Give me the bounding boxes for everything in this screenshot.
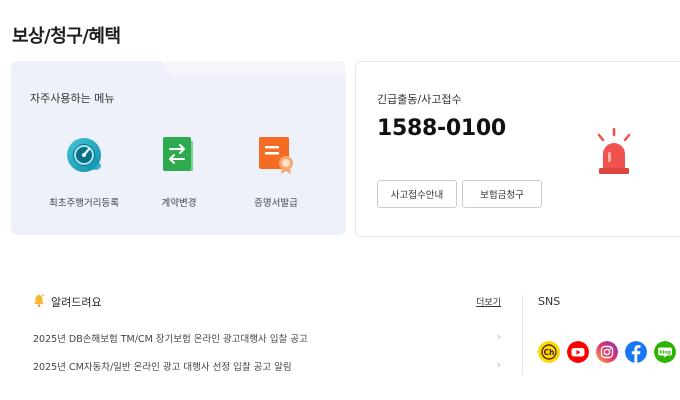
certificate-icon [259, 137, 293, 174]
insurance-claim-button[interactable]: 보험금청구 [462, 180, 542, 208]
notice-title: 알려드려요 [51, 296, 102, 309]
youtube-icon[interactable] [567, 341, 589, 363]
menu-item-mileage-register[interactable]: 최초주행거리등록 [34, 133, 134, 213]
frequent-menu-title: 자주사용하는 메뉴 [30, 92, 115, 105]
notice-item-text: 2025년 DB손해보험 TM/CM 장기보험 온라인 광고대행사 입찰 공고 [33, 334, 308, 345]
notice-header: 알려드려요 더보기 [33, 293, 503, 313]
emergency-label: 긴급출동/사고접수 [377, 93, 462, 106]
notice-item[interactable]: 2025년 CM자동차/일반 온라인 광고 대행사 선정 입찰 공고 알림 › [33, 356, 503, 376]
emergency-phone-number[interactable]: 1588-0100 [377, 116, 506, 141]
menu-item-certificate-issue[interactable]: 증명서발급 [226, 133, 326, 213]
chevron-right-icon: › [496, 358, 501, 371]
svg-text:Ch: Ch [544, 348, 555, 357]
frequent-menu-card: 자주사용하는 메뉴 최초주행거리등록 계약변경 증명서발급 [11, 61, 346, 235]
facebook-icon[interactable] [625, 341, 647, 363]
siren-icon [597, 128, 631, 174]
notice-item-text: 2025년 CM자동차/일반 온라인 광고 대행사 선정 입찰 공고 알림 [33, 362, 292, 373]
notice-item[interactable]: 2025년 DB손해보험 TM/CM 장기보험 온라인 광고대행사 입찰 공고 … [33, 328, 503, 348]
menu-item-label: 최초주행거리등록 [49, 198, 119, 209]
menu-item-contract-change[interactable]: 계약변경 [129, 133, 229, 213]
card-tab-decoration [161, 61, 346, 75]
notice-more-link[interactable]: 더보기 [476, 295, 501, 308]
bell-icon [34, 294, 45, 307]
accident-guide-button[interactable]: 사고접수안내 [377, 180, 457, 208]
svg-text:blog: blog [659, 350, 670, 356]
menu-item-label: 계약변경 [161, 198, 197, 209]
swap-document-icon [163, 137, 193, 171]
chevron-right-icon: › [496, 330, 501, 343]
instagram-icon[interactable] [596, 341, 618, 363]
notice-section: 알려드려요 더보기 2025년 DB손해보험 TM/CM 장기보험 온라인 광고… [33, 293, 503, 373]
menu-item-label: 증명서발급 [254, 198, 298, 209]
blog-icon[interactable]: blog [654, 341, 676, 363]
speedometer-icon [67, 138, 101, 172]
sns-title: SNS [538, 295, 561, 308]
page-title: 보상/청구/혜택 [12, 26, 121, 47]
emergency-card: 긴급출동/사고접수 1588-0100 사고접수안내 보험금청구 [355, 61, 680, 237]
kakao-channel-icon[interactable]: Ch [538, 341, 560, 363]
section-divider [522, 295, 523, 375]
